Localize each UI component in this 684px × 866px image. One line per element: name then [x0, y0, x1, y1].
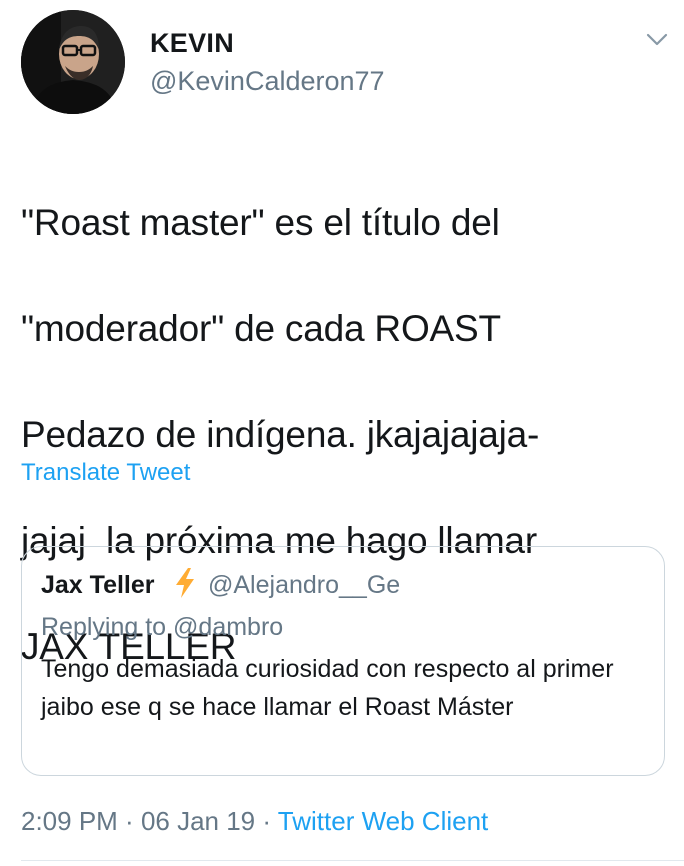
quoted-tweet-card[interactable]: Jax Teller @Alejandro__Ge Replying to @d…	[21, 546, 665, 776]
lightning-bolt-icon	[176, 568, 194, 598]
chevron-down-icon	[646, 33, 668, 46]
tweet-options-button[interactable]	[644, 28, 670, 50]
replying-to: Replying to @dambro	[41, 613, 283, 642]
quoted-author-handle: @Alejandro__Ge	[208, 571, 401, 599]
tweet-time[interactable]: 2:09 PM	[21, 806, 118, 836]
divider	[21, 860, 684, 861]
tweet-text-line: "moderador" de cada ROAST	[21, 308, 501, 349]
replying-to-prefix: Replying to	[41, 613, 174, 641]
tweet-client-link[interactable]: Twitter Web Client	[278, 806, 488, 836]
replying-to-mention[interactable]: @dambro	[173, 613, 283, 641]
tweet-date[interactable]: 06 Jan 19	[141, 806, 255, 836]
quoted-author-name: Jax Teller	[41, 571, 155, 599]
meta-separator: ·	[117, 806, 141, 836]
avatar[interactable]	[21, 10, 125, 114]
user-avatar-photo	[21, 10, 125, 114]
quoted-tweet-text: Tengo demasiada curiosidad con respecto …	[41, 655, 614, 721]
author-handle[interactable]: @KevinCalderon77	[150, 66, 385, 97]
tweet-text-line: Pedazo de indígena. jkajajajaja-	[21, 414, 540, 455]
tweet-metadata: 2:09 PM · 06 Jan 19 · Twitter Web Client	[21, 806, 488, 837]
tweet-text-line: "Roast master" es el título del	[21, 202, 500, 243]
author-display-name[interactable]: KEVIN	[150, 28, 234, 59]
translate-tweet-link[interactable]: Translate Tweet	[21, 459, 190, 487]
meta-separator: ·	[255, 806, 278, 836]
